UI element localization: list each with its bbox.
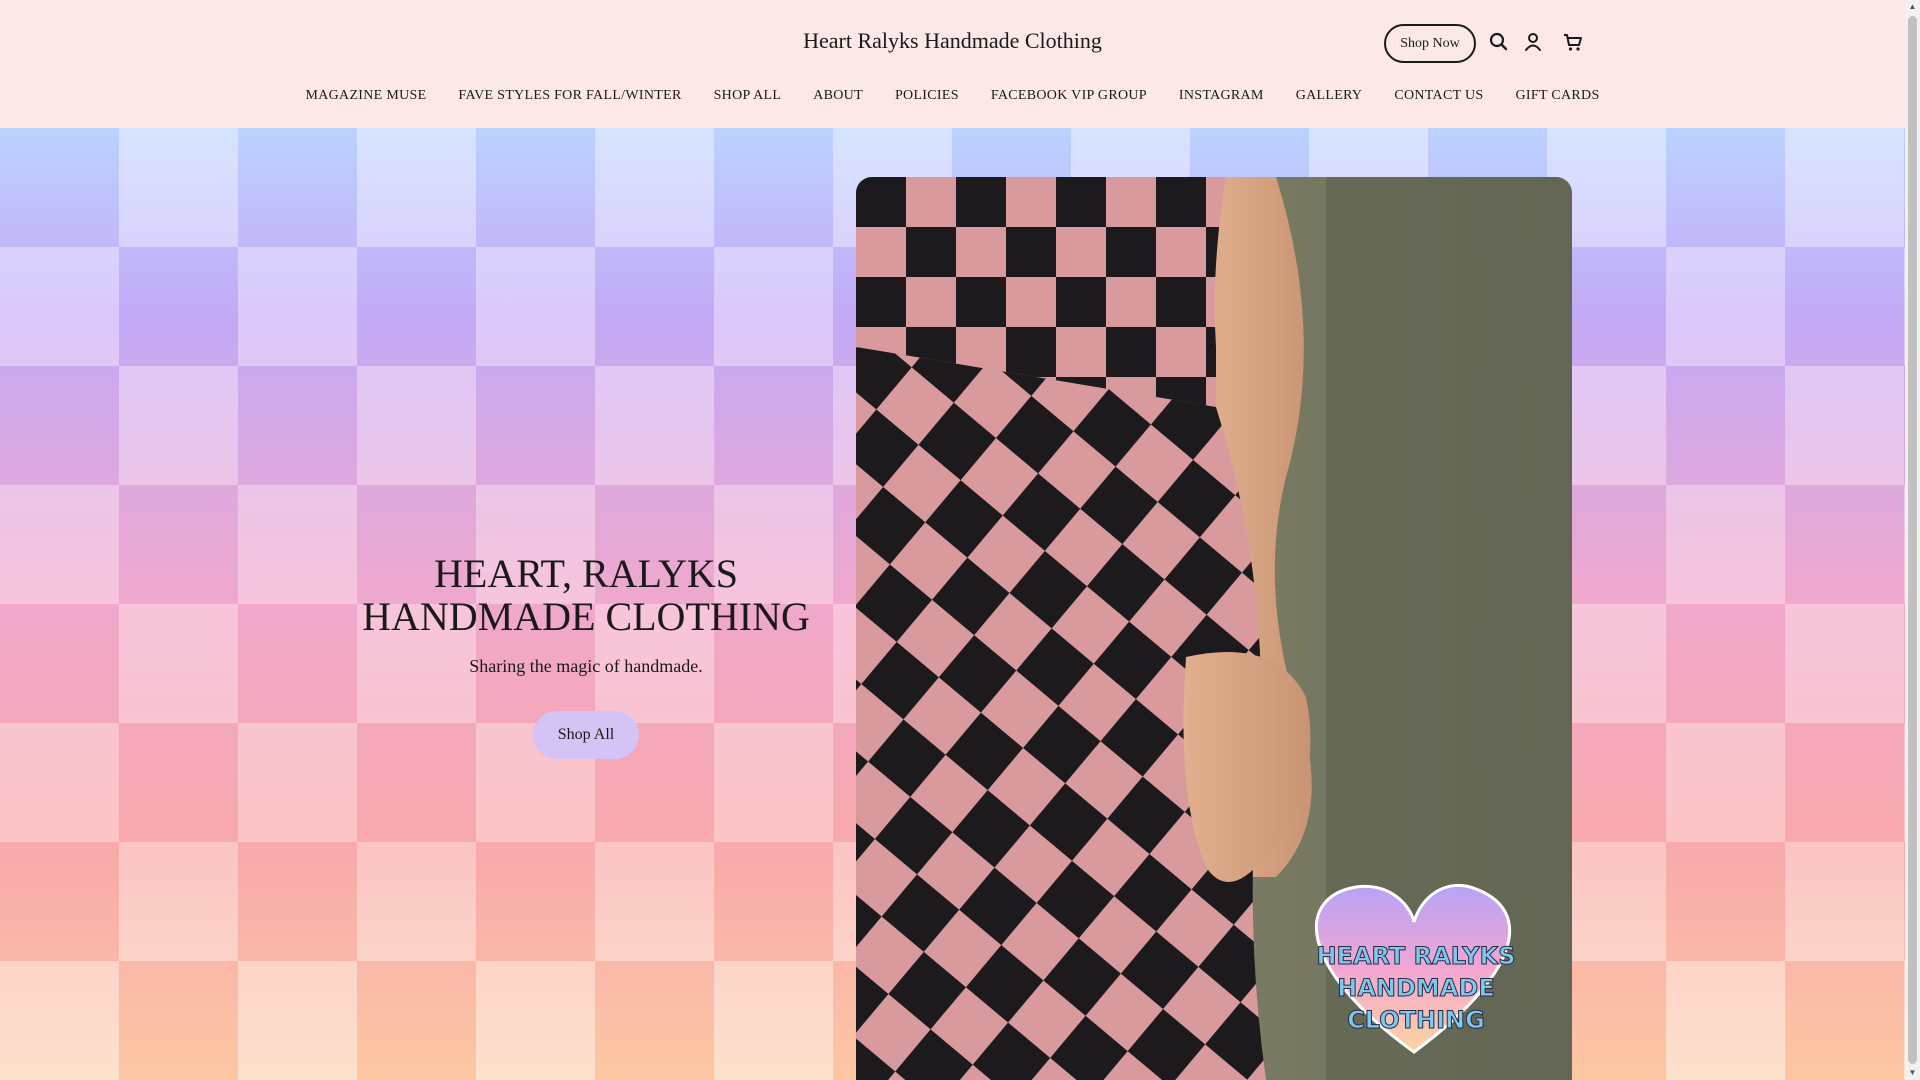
- nav-item-about[interactable]: ABOUT: [797, 88, 879, 104]
- checkered-dress-photo: HEART RALYKS HANDMADE CLOTHING: [856, 177, 1572, 1080]
- nav-item-policies[interactable]: POLICIES: [879, 88, 975, 104]
- nav-item-facebook-vip-group[interactable]: FACEBOOK VIP GROUP: [975, 88, 1163, 104]
- nav-item-contact-us[interactable]: CONTACT US: [1378, 88, 1499, 104]
- search-icon[interactable]: [1488, 31, 1510, 53]
- nav-item-fave-styles[interactable]: FAVE STYLES FOR FALL/WINTER: [442, 88, 697, 104]
- scroll-down-arrow-icon[interactable]: ▼: [1908, 1068, 1917, 1078]
- hero-title-line2: HANDMADE CLOTHING: [362, 594, 810, 639]
- nav-item-gallery[interactable]: GALLERY: [1280, 88, 1379, 104]
- hero-title: HEART, RALYKS HANDMADE CLOTHING: [300, 552, 872, 638]
- brand-title[interactable]: Heart Ralyks Handmade Clothing: [0, 28, 1905, 54]
- logo-text-line1: HEART RALYKS: [1316, 942, 1515, 970]
- hero-title-line1: HEART, RALYKS: [434, 551, 738, 596]
- logo-text-line2: HANDMADE: [1337, 974, 1494, 1002]
- shop-now-button[interactable]: Shop Now: [1384, 24, 1476, 63]
- nav-item-magazine-muse[interactable]: MAGAZINE MUSE: [289, 88, 442, 104]
- main-nav: MAGAZINE MUSE FAVE STYLES FOR FALL/WINTE…: [0, 88, 1905, 104]
- nav-item-gift-cards[interactable]: GIFT CARDS: [1499, 88, 1615, 104]
- scrollbar-thumb[interactable]: [1908, 16, 1917, 1064]
- hero-subtitle: Sharing the magic of handmade.: [469, 656, 703, 676]
- page-scrollbar[interactable]: ▲ ▼: [1905, 0, 1920, 1080]
- site-header: Heart Ralyks Handmade Clothing Shop Now …: [0, 0, 1905, 128]
- hero-banner: HEART, RALYKS HANDMADE CLOTHING Sharing …: [0, 128, 1905, 1080]
- nav-item-shop-all[interactable]: SHOP ALL: [698, 88, 798, 104]
- shop-all-button[interactable]: Shop All: [533, 711, 639, 759]
- scroll-up-arrow-icon[interactable]: ▲: [1908, 2, 1917, 12]
- account-icon[interactable]: [1522, 31, 1544, 53]
- nav-item-instagram[interactable]: INSTAGRAM: [1163, 88, 1280, 104]
- cart-icon[interactable]: [1562, 31, 1584, 53]
- hero-photo: HEART RALYKS HANDMADE CLOTHING: [856, 177, 1572, 1080]
- logo-text-line3: CLOTHING: [1347, 1006, 1485, 1034]
